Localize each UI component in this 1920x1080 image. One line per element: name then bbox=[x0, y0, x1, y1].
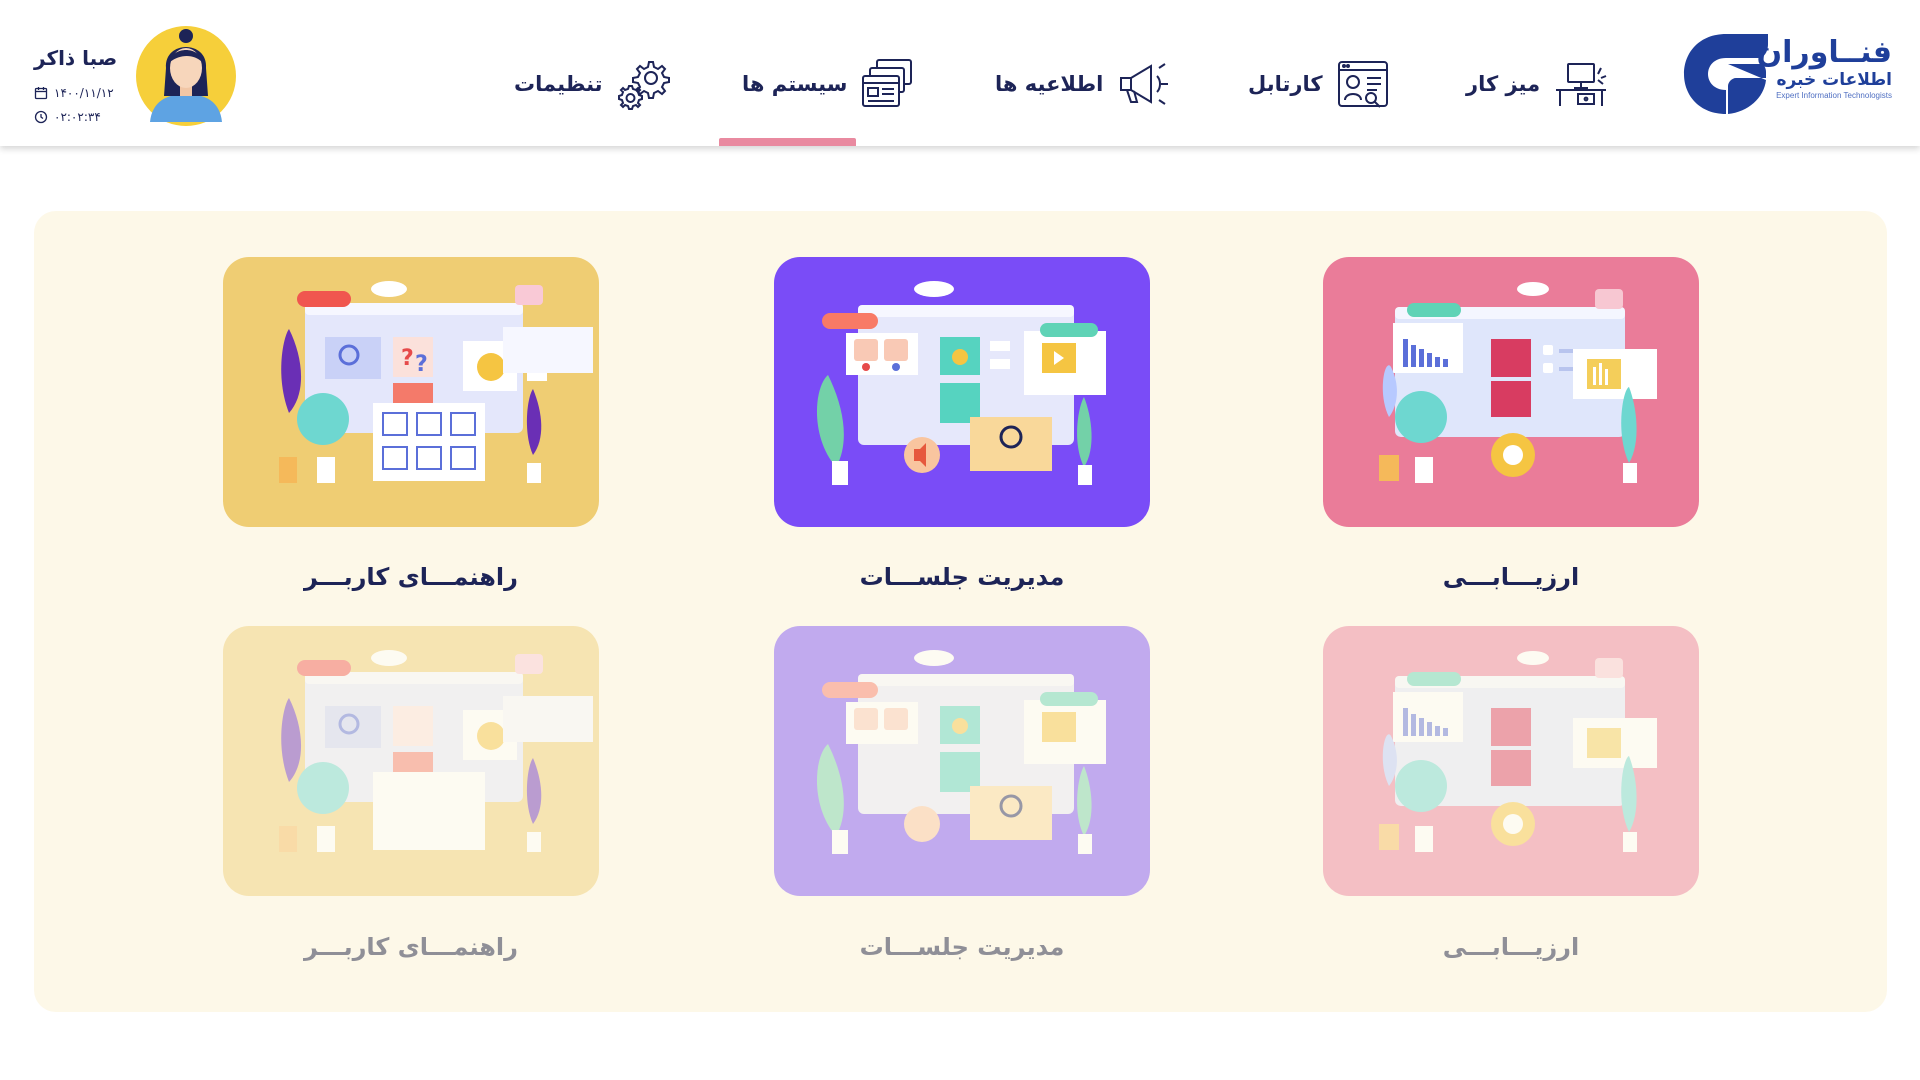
gear-icon bbox=[617, 61, 670, 110]
system-card-evaluation-disabled[interactable] bbox=[1323, 626, 1699, 896]
svg-text:?: ? bbox=[415, 352, 428, 377]
system-card-meetings[interactable] bbox=[774, 257, 1150, 527]
nav-label-systems: سیستم ها bbox=[742, 72, 848, 96]
system-title-user-guide[interactable]: راهنمـــای کاربـــر bbox=[223, 563, 599, 591]
nav-item-desk[interactable]: میز کار bbox=[1466, 52, 1608, 116]
user-profile[interactable]: صبا ذاکر ۱۴۰۰/۱۱/۱۲ ۰۲:۰۲:۳۴ bbox=[28, 18, 236, 130]
clock-icon bbox=[34, 110, 48, 124]
nav-label-desk: میز کار bbox=[1466, 72, 1541, 96]
svg-text:?: ? bbox=[401, 346, 414, 371]
user-guide-illustration bbox=[223, 626, 599, 896]
logo-name-line2: اطلاعات خبره bbox=[1776, 70, 1892, 90]
system-card-user-guide[interactable]: ? ? bbox=[223, 257, 599, 527]
logo-name-en: Expert Information Technologists bbox=[1776, 91, 1892, 100]
brand-logo[interactable]: فنــاوران اطلاعات خبره Expert Informatio… bbox=[1680, 30, 1892, 118]
user-name: صبا ذاکر bbox=[34, 46, 118, 70]
user-time-row: ۰۲:۰۲:۳۴ bbox=[34, 110, 144, 124]
system-title-evaluation-disabled[interactable]: ارزیـــابـــی bbox=[1323, 933, 1699, 961]
top-header: فنــاوران اطلاعات خبره Expert Informatio… bbox=[0, 0, 1920, 146]
nav-active-indicator bbox=[719, 138, 856, 146]
evaluation-illustration bbox=[1323, 626, 1699, 896]
user-date-row: ۱۴۰۰/۱۱/۱۲ bbox=[34, 86, 144, 100]
system-card-evaluation[interactable] bbox=[1323, 257, 1699, 527]
nav-item-cartable[interactable]: کارتابل bbox=[1248, 52, 1391, 116]
evaluation-illustration bbox=[1323, 257, 1699, 527]
meetings-illustration bbox=[774, 626, 1150, 896]
logo-name-line1: فنــاوران bbox=[1756, 35, 1892, 70]
system-card-meetings-disabled[interactable] bbox=[774, 626, 1150, 896]
system-title-evaluation[interactable]: ارزیـــابـــی bbox=[1323, 563, 1699, 591]
nav-item-systems[interactable]: سیستم ها bbox=[742, 52, 915, 116]
meetings-illustration bbox=[774, 257, 1150, 527]
calendar-icon bbox=[34, 87, 48, 100]
nav-item-announcements[interactable]: اطلاعیه ها bbox=[995, 52, 1171, 116]
systems-icon bbox=[862, 59, 913, 107]
nav-label-settings: تنظیمات bbox=[514, 72, 603, 96]
systems-panel: ارزیـــابـــی مدیریت جلســـات ? ? راهنمـ… bbox=[34, 211, 1887, 1012]
nav-label-announcements: اطلاعیه ها bbox=[995, 72, 1104, 96]
user-time: ۰۲:۰۲:۳۴ bbox=[54, 110, 101, 124]
system-title-meetings[interactable]: مدیریت جلســـات bbox=[774, 563, 1150, 591]
system-card-user-guide-disabled[interactable] bbox=[223, 626, 599, 896]
user-date: ۱۴۰۰/۱۱/۱۲ bbox=[54, 86, 114, 100]
system-title-user-guide-disabled[interactable]: راهنمـــای کاربـــر bbox=[223, 933, 599, 961]
nav-item-settings[interactable]: تنظیمات bbox=[514, 52, 671, 116]
system-title-meetings-disabled[interactable]: مدیریت جلســـات bbox=[774, 933, 1150, 961]
logo-text: فنــاوران اطلاعات خبره Expert Informatio… bbox=[1756, 35, 1892, 102]
user-guide-illustration: ? ? bbox=[223, 257, 599, 527]
cartable-icon bbox=[1337, 61, 1388, 108]
nav-label-cartable: کارتابل bbox=[1248, 72, 1323, 96]
megaphone-icon bbox=[1120, 63, 1169, 105]
desk-icon bbox=[1556, 63, 1607, 106]
